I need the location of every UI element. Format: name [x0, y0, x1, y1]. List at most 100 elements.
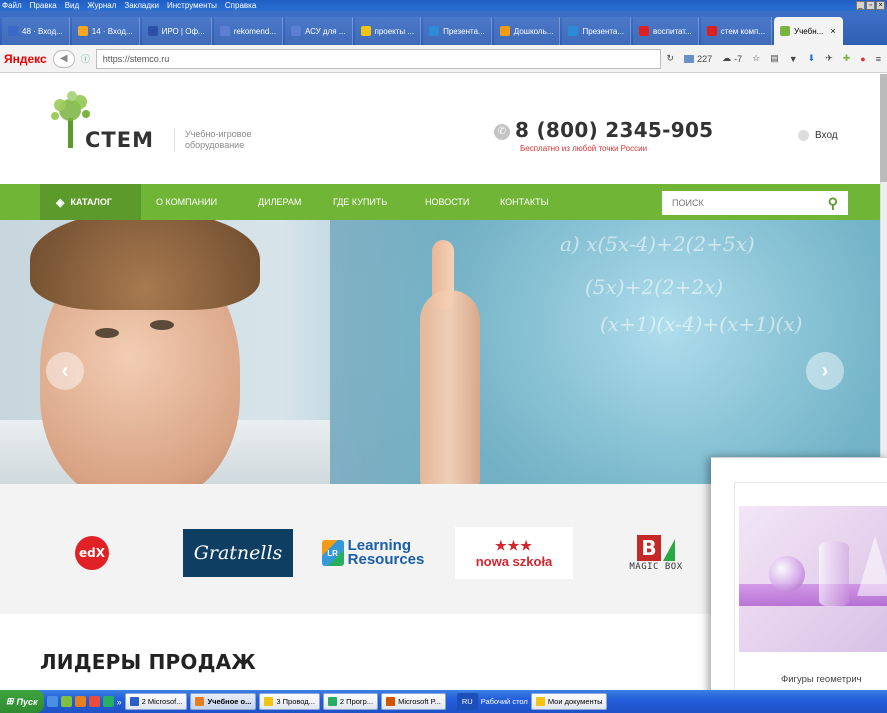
taskbar-button[interactable]: 2 Microsof... [124, 693, 188, 710]
brand-magic-box[interactable]: B MAGIC BOX [606, 527, 706, 579]
maximize-button[interactable]: ▫ [866, 1, 875, 10]
tab-label: проекты ... [374, 26, 415, 36]
cylinder-shape [819, 541, 849, 607]
browser-tab[interactable]: Учебн... × [774, 17, 843, 45]
reading-list-icon[interactable]: ▤ [770, 53, 779, 64]
menu-icon[interactable]: ≡ [876, 54, 881, 64]
quicklaunch-more-icon[interactable]: » [117, 697, 122, 707]
back-button[interactable]: ◀ [52, 49, 75, 68]
app-icon [195, 697, 205, 706]
browser-tab[interactable]: воспитат... [633, 17, 699, 45]
menu-item[interactable]: Вид [65, 1, 79, 10]
tab-close-icon[interactable]: × [830, 26, 835, 36]
site-logo[interactable]: СТЕМ [50, 90, 160, 160]
start-button[interactable]: ⊞ Пуск [0, 690, 44, 713]
nowa-text: nowa szkoła [475, 553, 553, 569]
slider-next-button[interactable]: › [806, 352, 844, 390]
weather-widget[interactable]: ☁ -7 [722, 53, 742, 64]
quicklaunch-firefox-icon[interactable] [74, 696, 86, 707]
shield-icon[interactable]: ✚ [843, 53, 851, 64]
hero-hand [420, 290, 480, 484]
tab-label: Презента... [443, 26, 485, 36]
nav-catalog[interactable]: ◈ КАТАЛОГ [40, 184, 141, 220]
menu-item[interactable]: Инструменты [167, 1, 217, 10]
language-indicator[interactable]: RU [456, 693, 478, 710]
browser-tab[interactable]: Дошколь... [493, 17, 561, 45]
tagline-line-1: Учебно-игровое [185, 129, 252, 139]
tab-label: Презента... [582, 26, 625, 36]
hero-eye-right [150, 320, 174, 330]
browser-tab[interactable]: 48 · Вход... [2, 17, 70, 45]
app-icon [327, 697, 337, 706]
browser-tab[interactable]: проекты ... [354, 17, 422, 45]
brand-gratnells[interactable]: Gratnells [182, 527, 294, 579]
brand-edx[interactable]: edX [62, 527, 122, 579]
taskbar-items: 2 Microsof... Учебное о... 3 Провод... 2 Пр… [124, 693, 446, 710]
menu-item[interactable]: Правка [30, 1, 57, 10]
nav-where-to-buy[interactable]: ГДЕ КУПИТЬ [333, 184, 387, 220]
pocket-icon[interactable]: ▼ [789, 54, 798, 64]
menu-item[interactable]: Журнал [87, 1, 116, 10]
chalkboard [330, 220, 880, 484]
hero-formula-2: (x+1)(x-4)+(x+1)(x) [600, 312, 803, 336]
hero-eye-left [95, 328, 119, 338]
tab-label: АСУ для ... [304, 26, 346, 36]
browser-tab[interactable]: rekomend... [213, 17, 283, 45]
taskbar-button[interactable]: 2 Прогр... [322, 693, 379, 710]
app-icon [129, 697, 139, 706]
menu-item[interactable]: Файл [2, 1, 22, 10]
extension-icon[interactable]: ● [860, 54, 865, 64]
quicklaunch-desktop-icon[interactable] [60, 696, 72, 707]
slider-prev-button[interactable]: ‹ [46, 352, 84, 390]
diamond-icon: ◈ [56, 196, 65, 209]
product-image[interactable] [739, 506, 887, 652]
login-link[interactable]: Вход [798, 130, 838, 141]
edx-logo: edX [75, 536, 109, 570]
taskbar-button-label: Microsoft P... [398, 697, 441, 706]
tab-favicon-icon [706, 26, 717, 36]
taskbar-button[interactable]: Microsoft P... [381, 693, 446, 710]
search-box: ⚲ [662, 191, 848, 215]
close-window-button[interactable]: × [876, 1, 885, 10]
browser-tab[interactable]: стем комп... [700, 17, 773, 45]
lr-line-2: Resources [347, 551, 425, 568]
taskbar-button[interactable]: Учебное о... [190, 693, 257, 710]
browser-tab[interactable]: Презента... [423, 17, 492, 45]
bookmark-star-icon[interactable]: ☆ [752, 53, 760, 64]
nav-news[interactable]: НОВОСТИ [425, 184, 469, 220]
my-documents-button[interactable]: Мои документы [530, 693, 608, 710]
quicklaunch-explorer-icon[interactable] [46, 696, 58, 707]
brand-nowa-szkola[interactable]: ★★★ nowa szkoła [455, 527, 573, 579]
phone-number[interactable]: 8 (800) 2345-905 [515, 118, 713, 142]
search-input[interactable] [672, 198, 828, 208]
scrollbar-thumb[interactable] [880, 74, 887, 182]
product-popup: Фигуры геометрич Объем. Набор про [711, 457, 887, 700]
nav-dealers[interactable]: ДИЛЕРАМ [258, 184, 301, 220]
browser-tab[interactable]: АСУ для ... [284, 17, 353, 45]
tab-favicon-icon [290, 26, 301, 36]
browser-tab[interactable]: Презента... [562, 17, 632, 45]
reload-icon[interactable]: ↻ [667, 53, 675, 64]
bestsellers-heading: ЛИДЕРЫ ПРОДАЖ [40, 650, 256, 674]
search-icon[interactable]: ⚲ [828, 195, 838, 212]
nav-contacts[interactable]: КОНТАКТЫ [500, 184, 549, 220]
nowa-szkola-logo: ★★★ nowa szkoła [476, 538, 553, 569]
tab-label: rekomend... [233, 26, 276, 36]
taskbar-button[interactable]: 3 Провод... [259, 693, 320, 710]
menu-item[interactable]: Закладки [124, 1, 159, 10]
taskbar-button-label: 3 Провод... [276, 697, 315, 706]
nav-about[interactable]: О КОМПАНИИ [156, 184, 217, 220]
menu-item[interactable]: Справка [225, 1, 256, 10]
minimize-button[interactable]: _ [856, 1, 865, 10]
pin-icon[interactable]: ✈ [825, 53, 833, 64]
browser-tab[interactable]: 14 · Вход... [71, 17, 140, 45]
quicklaunch-yandex-icon[interactable] [88, 696, 100, 707]
desktop-toolbar[interactable]: Рабочий стол [481, 697, 528, 706]
browser-tab[interactable]: ИРО | Оф... [141, 17, 212, 45]
download-icon[interactable]: ⬇ [808, 53, 816, 64]
tab-favicon-icon [147, 26, 158, 36]
quicklaunch-chrome-icon[interactable] [102, 696, 114, 707]
brand-learning-resources[interactable]: LR Learning Resources [313, 527, 433, 579]
mail-widget[interactable]: 227 [684, 54, 712, 64]
url-field[interactable]: https://stemco.ru [95, 48, 661, 69]
